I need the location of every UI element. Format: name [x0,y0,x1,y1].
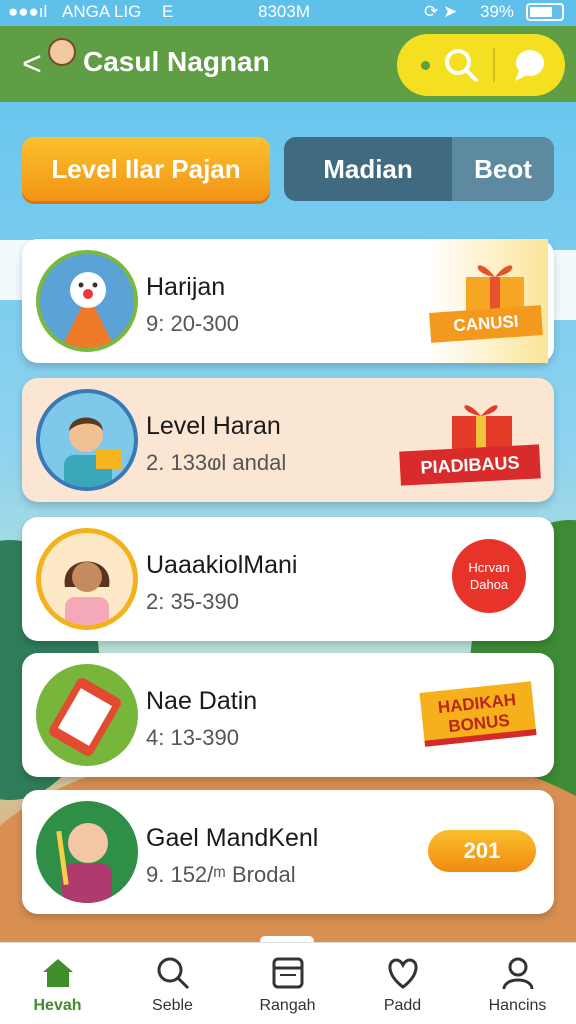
app-header: < Casul Nagnan [0,26,576,102]
nav-item-ledger[interactable]: Rangah [230,943,345,1024]
item-name: Harijan [146,273,226,301]
chat-icon[interactable] [509,45,549,85]
tab-beot[interactable]: Beot [452,137,554,201]
search-icon[interactable] [441,45,481,85]
badge-label: Hcrvan Dahoa [452,539,526,613]
boy-avatar-icon [36,389,138,491]
header-actions [397,34,565,96]
list-item[interactable]: Gael MandKenl 9. 152/ᵐ Brodal 201 [22,790,554,914]
nav-item-favorites[interactable]: Padd [345,943,460,1024]
status-bar: ●●●ıl ANGA LIG E 8303M ⟳ ➤ 39% [0,0,576,26]
tab-group: Madian Beot [284,137,554,201]
clipboard-icon [36,664,138,766]
item-range: 9: 20-300 [146,311,239,336]
clown-avatar-icon [36,250,138,352]
nav-item-home[interactable]: Hevah [0,943,115,1024]
signal-icon: ●●●ıl [8,2,48,21]
avatar [48,38,76,66]
search-icon [157,957,190,990]
item-range: 4: 13-390 [146,725,239,750]
network-label: E [162,2,174,21]
badge-label[interactable]: 201 [428,830,536,872]
battery-icon [526,3,564,21]
list-item[interactable]: UaaakiolMani 2: 35-390 Hcrvan Dahoa [22,517,554,641]
item-range: 2. 133ⱷl andal [146,450,287,475]
item-name: Gael MandKenl [146,824,319,852]
status-dot [421,61,430,70]
nav-label: Hevah [33,997,82,1014]
item-range: 9. 152/ᵐ Brodal [146,862,296,887]
nav-label: Hancins [488,997,547,1014]
clock: 8303M [258,2,310,21]
item-name: Nae Datin [146,687,258,715]
badge-label: HADIKAH BONUS [419,681,537,747]
divider [493,48,495,82]
nav-item-profile[interactable]: Hancins [460,943,575,1024]
carrier-label: ANGA LIG [62,2,142,21]
item-name: UaaakiolMani [146,551,298,579]
list-item[interactable]: Level Haran 2. 133ⱷl andal PIADIBAUS [22,378,554,502]
heart-icon [388,958,418,989]
item-range: 2: 35-390 [146,589,239,614]
elder-avatar-icon [36,801,138,903]
badge-label: PIADIBAUS [399,444,541,486]
girl-avatar-icon [36,528,138,630]
location-icon: ⟳ ➤ [424,2,458,21]
ledger-icon [272,957,304,989]
list-item[interactable]: Harijan 9: 20-300 CANUSI [22,239,554,363]
battery-percent: 39% [480,2,515,21]
nav-label: Padd [383,997,422,1014]
nav-item-search[interactable]: Seble [115,943,230,1024]
tab-level[interactable]: Level Ilar Pajan [22,137,270,201]
list-item[interactable]: Nae Datin 4: 13-390 HADIKAH BONUS [22,653,554,777]
home-icon [43,959,73,987]
nav-label: Seble [152,997,193,1014]
bottom-nav: Hevah Seble Rangah Padd Hancins [0,942,576,1024]
profile-icon [502,957,534,990]
item-name: Level Haran [146,412,281,440]
page-title: Casul Nagnan [83,46,270,77]
tab-madian[interactable]: Madian [284,137,452,201]
nav-label: Rangah [259,997,316,1014]
